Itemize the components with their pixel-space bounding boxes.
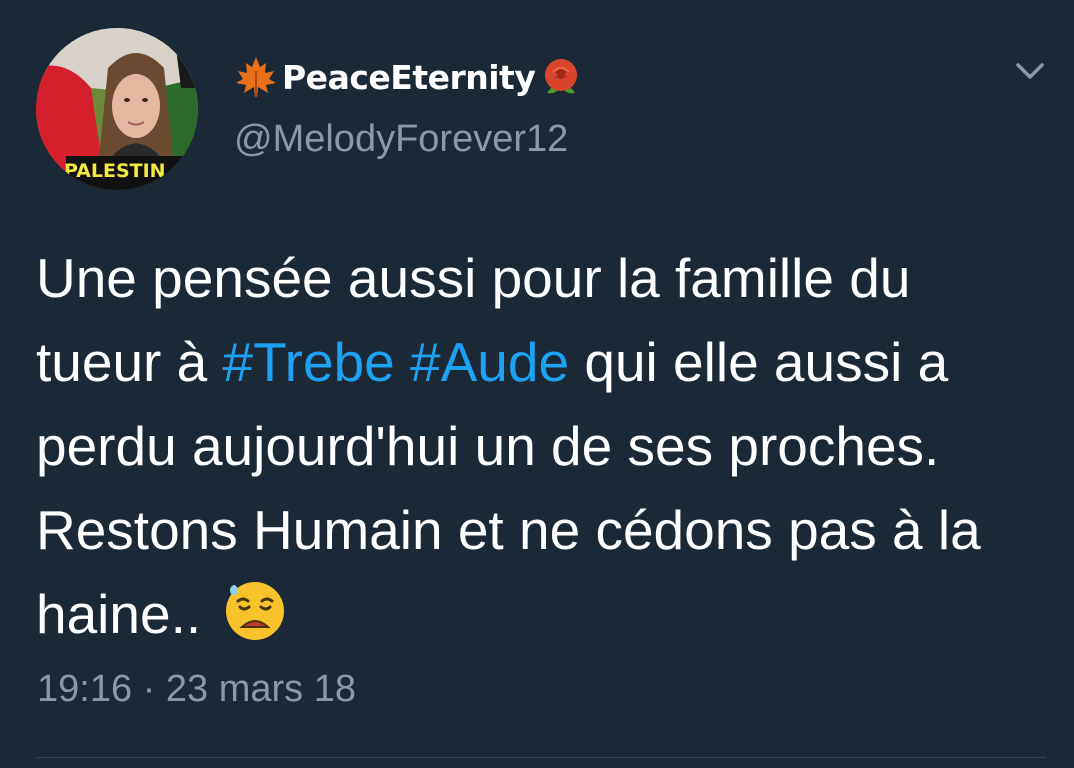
chevron-down-icon[interactable] <box>1010 56 1050 86</box>
tweet-text-space <box>395 331 410 393</box>
disappointed-relieved-face-icon <box>226 582 285 640</box>
tweet-card: PALESTIN PeaceEternity @MelodyForever12 … <box>0 0 1074 768</box>
tweet-timestamp[interactable]: 19:16 · 23 mars 18 <box>37 668 356 711</box>
display-name[interactable]: PeaceEternity <box>282 58 536 97</box>
maple-leaf-icon <box>236 57 276 97</box>
display-name-row[interactable]: PeaceEternity <box>232 52 585 102</box>
avatar-badge-text: PALESTIN <box>64 160 166 182</box>
hashtag-link[interactable]: #Trebe <box>223 331 395 393</box>
rose-icon <box>545 59 578 94</box>
tweet-text: Une pensée aussi pour la famille du tueu… <box>36 236 1046 656</box>
user-handle[interactable]: @MelodyForever12 <box>234 118 568 161</box>
avatar[interactable]: PALESTIN <box>36 28 198 190</box>
divider <box>36 757 1046 758</box>
hashtag-link[interactable]: #Aude <box>410 331 569 393</box>
